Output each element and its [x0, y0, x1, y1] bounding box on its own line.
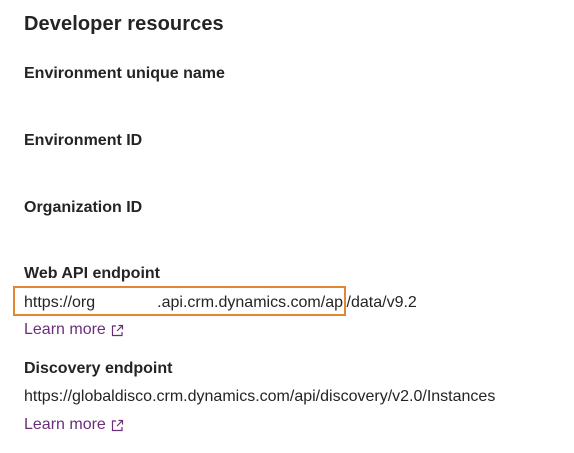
discovery-endpoint-value[interactable]: https://globaldisco.crm.dynamics.com/api…: [24, 388, 495, 406]
learn-more-label: Learn more: [24, 321, 106, 338]
external-link-icon: [111, 324, 123, 336]
web-api-learn-more-link[interactable]: Learn more: [24, 321, 124, 339]
discovery-endpoint-label: Discovery endpoint: [24, 360, 173, 377]
discovery-learn-more-link[interactable]: Learn more: [24, 416, 124, 434]
developer-resources-panel: Developer resources Environment unique n…: [0, 0, 574, 453]
panel-title: Developer resources: [24, 13, 224, 35]
organization-id-label: Organization ID: [24, 199, 143, 216]
redacted-org-name: [95, 293, 158, 309]
web-api-endpoint-prefix: https://org: [24, 294, 96, 311]
web-api-endpoint-label: Web API endpoint: [24, 265, 160, 282]
learn-more-label: Learn more: [24, 416, 106, 433]
environment-unique-name-label: Environment unique name: [24, 65, 225, 82]
environment-id-label: Environment ID: [24, 132, 143, 149]
web-api-endpoint-value[interactable]: https://org .api.crm.dynamics.com/api/dat…: [24, 293, 417, 312]
web-api-endpoint-suffix: .api.crm.dynamics.com/api/data/v9.2: [157, 294, 417, 311]
external-link-icon: [111, 419, 123, 431]
